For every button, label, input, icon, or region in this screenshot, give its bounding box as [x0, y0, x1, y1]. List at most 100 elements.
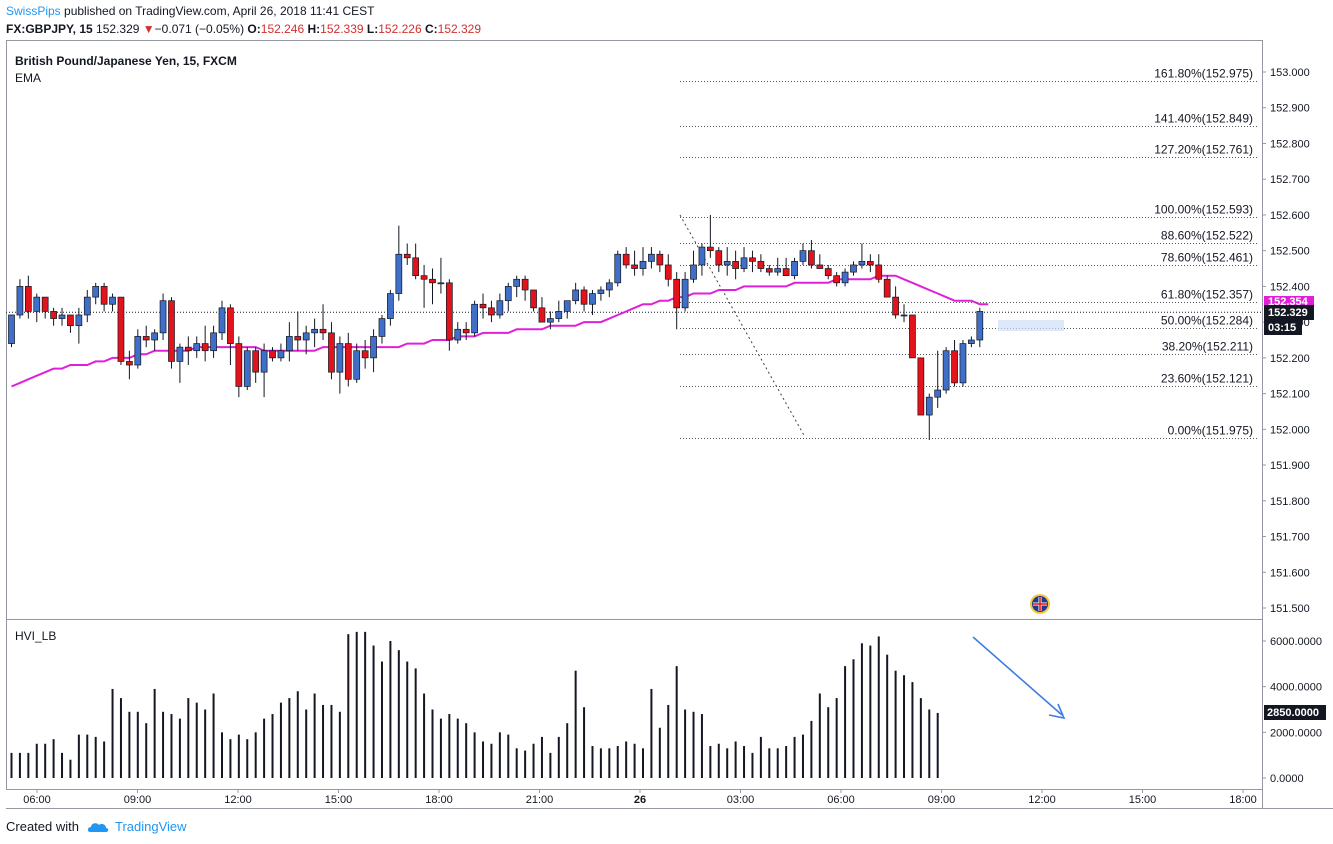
- price-axis-label: 151.500: [1270, 603, 1310, 615]
- candle-up: [597, 289, 605, 294]
- volume-pane-title[interactable]: HVI_LB: [15, 629, 56, 643]
- trend-arrow-annotation[interactable]: [972, 636, 1066, 720]
- volume-bar: [27, 752, 30, 778]
- volume-bar: [810, 720, 813, 778]
- volume-bar: [347, 634, 350, 778]
- candle-down: [420, 275, 428, 280]
- volume-bar: [254, 732, 257, 778]
- volume-bar: [111, 688, 114, 778]
- volume-bar: [271, 714, 274, 778]
- volume-axis-label: 2000.0000: [1270, 727, 1322, 739]
- volume-bar: [583, 707, 586, 778]
- volume-bar: [911, 682, 914, 778]
- candle-up: [151, 332, 158, 341]
- volume-bar: [145, 723, 148, 778]
- candle-down: [749, 257, 756, 262]
- candle-down: [656, 253, 664, 266]
- candle-up: [690, 264, 697, 280]
- candle-down: [462, 328, 470, 334]
- volume-bar: [490, 743, 493, 778]
- volume-bar: [153, 688, 156, 778]
- candle-down: [521, 278, 529, 291]
- candle-down: [235, 343, 243, 387]
- volume-bar: [886, 654, 889, 778]
- candle-down: [294, 336, 302, 341]
- price-axis-label: 152.700: [1270, 174, 1310, 186]
- price-axis-label: 152.000: [1270, 424, 1310, 436]
- candle-up: [968, 339, 975, 344]
- price-axis-label: 153.000: [1270, 67, 1310, 79]
- volume-bar: [35, 743, 38, 778]
- volume-bar: [44, 743, 47, 778]
- time-axis[interactable]: 06:00 09:00 12:00 15:00 18:00 21:00 26 03:00 06:…: [23, 789, 1257, 806]
- volume-bar: [128, 711, 131, 778]
- volume-bar: [94, 736, 97, 778]
- candle-down: [24, 286, 32, 312]
- candle-down: [319, 328, 327, 334]
- volume-bar: [355, 631, 358, 778]
- volume-bar: [229, 739, 232, 778]
- volume-axis-label: 0.0000: [1270, 773, 1304, 785]
- fib-level-label: 161.80%(152.975): [1154, 67, 1253, 81]
- candle-up: [193, 343, 201, 352]
- candle-up: [614, 253, 622, 284]
- candle-up: [8, 314, 15, 344]
- volume-bar: [498, 732, 501, 778]
- volume-bar: [263, 718, 266, 778]
- candle-up: [774, 268, 782, 273]
- time-axis-label: 26: [634, 794, 646, 806]
- price-axis-label: 152.600: [1270, 210, 1310, 222]
- candle-up: [740, 257, 748, 269]
- created-with-label: Created with: [6, 819, 79, 834]
- volume-bar: [204, 709, 207, 778]
- volume-bar: [136, 711, 139, 778]
- chart-canvas[interactable]: 161.80%(152.975) 141.40%(152.849) 127.20%(…: [0, 0, 1333, 844]
- main-pane-title: British Pound/Japanese Yen, 15, FXCM: [15, 54, 237, 68]
- fib-level-label: 0.00%(151.975): [1168, 424, 1253, 438]
- volume-bar: [835, 698, 838, 778]
- candle-down: [412, 257, 420, 277]
- candle-up: [959, 343, 967, 384]
- candle-up: [395, 253, 403, 294]
- volume-bar: [751, 752, 754, 778]
- volume-axis-label: 4000.0000: [1270, 682, 1322, 694]
- candle-up: [639, 261, 647, 269]
- volume-bar: [650, 688, 653, 778]
- candle-down: [580, 289, 588, 305]
- fib-level-label: 50.00%(152.284): [1161, 314, 1253, 328]
- price-axis-label: 152.200: [1270, 353, 1310, 365]
- candle-up: [841, 271, 849, 284]
- candle-up: [302, 332, 310, 341]
- candle-up: [437, 282, 445, 285]
- volume-bar: [574, 670, 577, 778]
- candle-down: [816, 264, 824, 269]
- indicator-label[interactable]: EMA: [15, 71, 41, 85]
- volume-bar: [288, 698, 291, 778]
- candle-up: [925, 396, 933, 416]
- candle-down: [715, 250, 723, 266]
- candlestick-series[interactable]: [8, 214, 984, 441]
- fib-level-label: 88.60%(152.522): [1161, 229, 1253, 243]
- uk-flag-event-icon[interactable]: [1030, 594, 1050, 614]
- candle-down: [227, 307, 234, 344]
- candle-up: [134, 336, 142, 366]
- time-axis-label: 15:00: [325, 794, 353, 806]
- fib-level-label: 38.20%(152.211): [1162, 340, 1253, 354]
- ema-line: [11, 274, 989, 388]
- candle-down: [765, 268, 773, 273]
- volume-bar: [684, 709, 687, 778]
- tradingview-brand-link[interactable]: TradingView: [115, 819, 187, 834]
- volume-bar: [187, 698, 190, 778]
- candle-down: [252, 350, 260, 373]
- candle-down: [479, 303, 487, 309]
- candle-down: [126, 361, 133, 366]
- volume-bar: [599, 748, 602, 778]
- candle-up: [850, 264, 857, 273]
- volume-bar: [18, 752, 21, 778]
- volume-bar: [119, 698, 122, 778]
- volume-bar: [743, 746, 746, 778]
- fibonacci-retracement[interactable]: 161.80%(152.975) 141.40%(152.849) 127.20%(…: [6, 67, 1262, 439]
- volume-bar: [61, 752, 64, 778]
- time-axis-label: 18:00: [425, 794, 453, 806]
- price-axis[interactable]: 153.000 152.900 152.800 152.700 152.600 152.5…: [1262, 67, 1310, 615]
